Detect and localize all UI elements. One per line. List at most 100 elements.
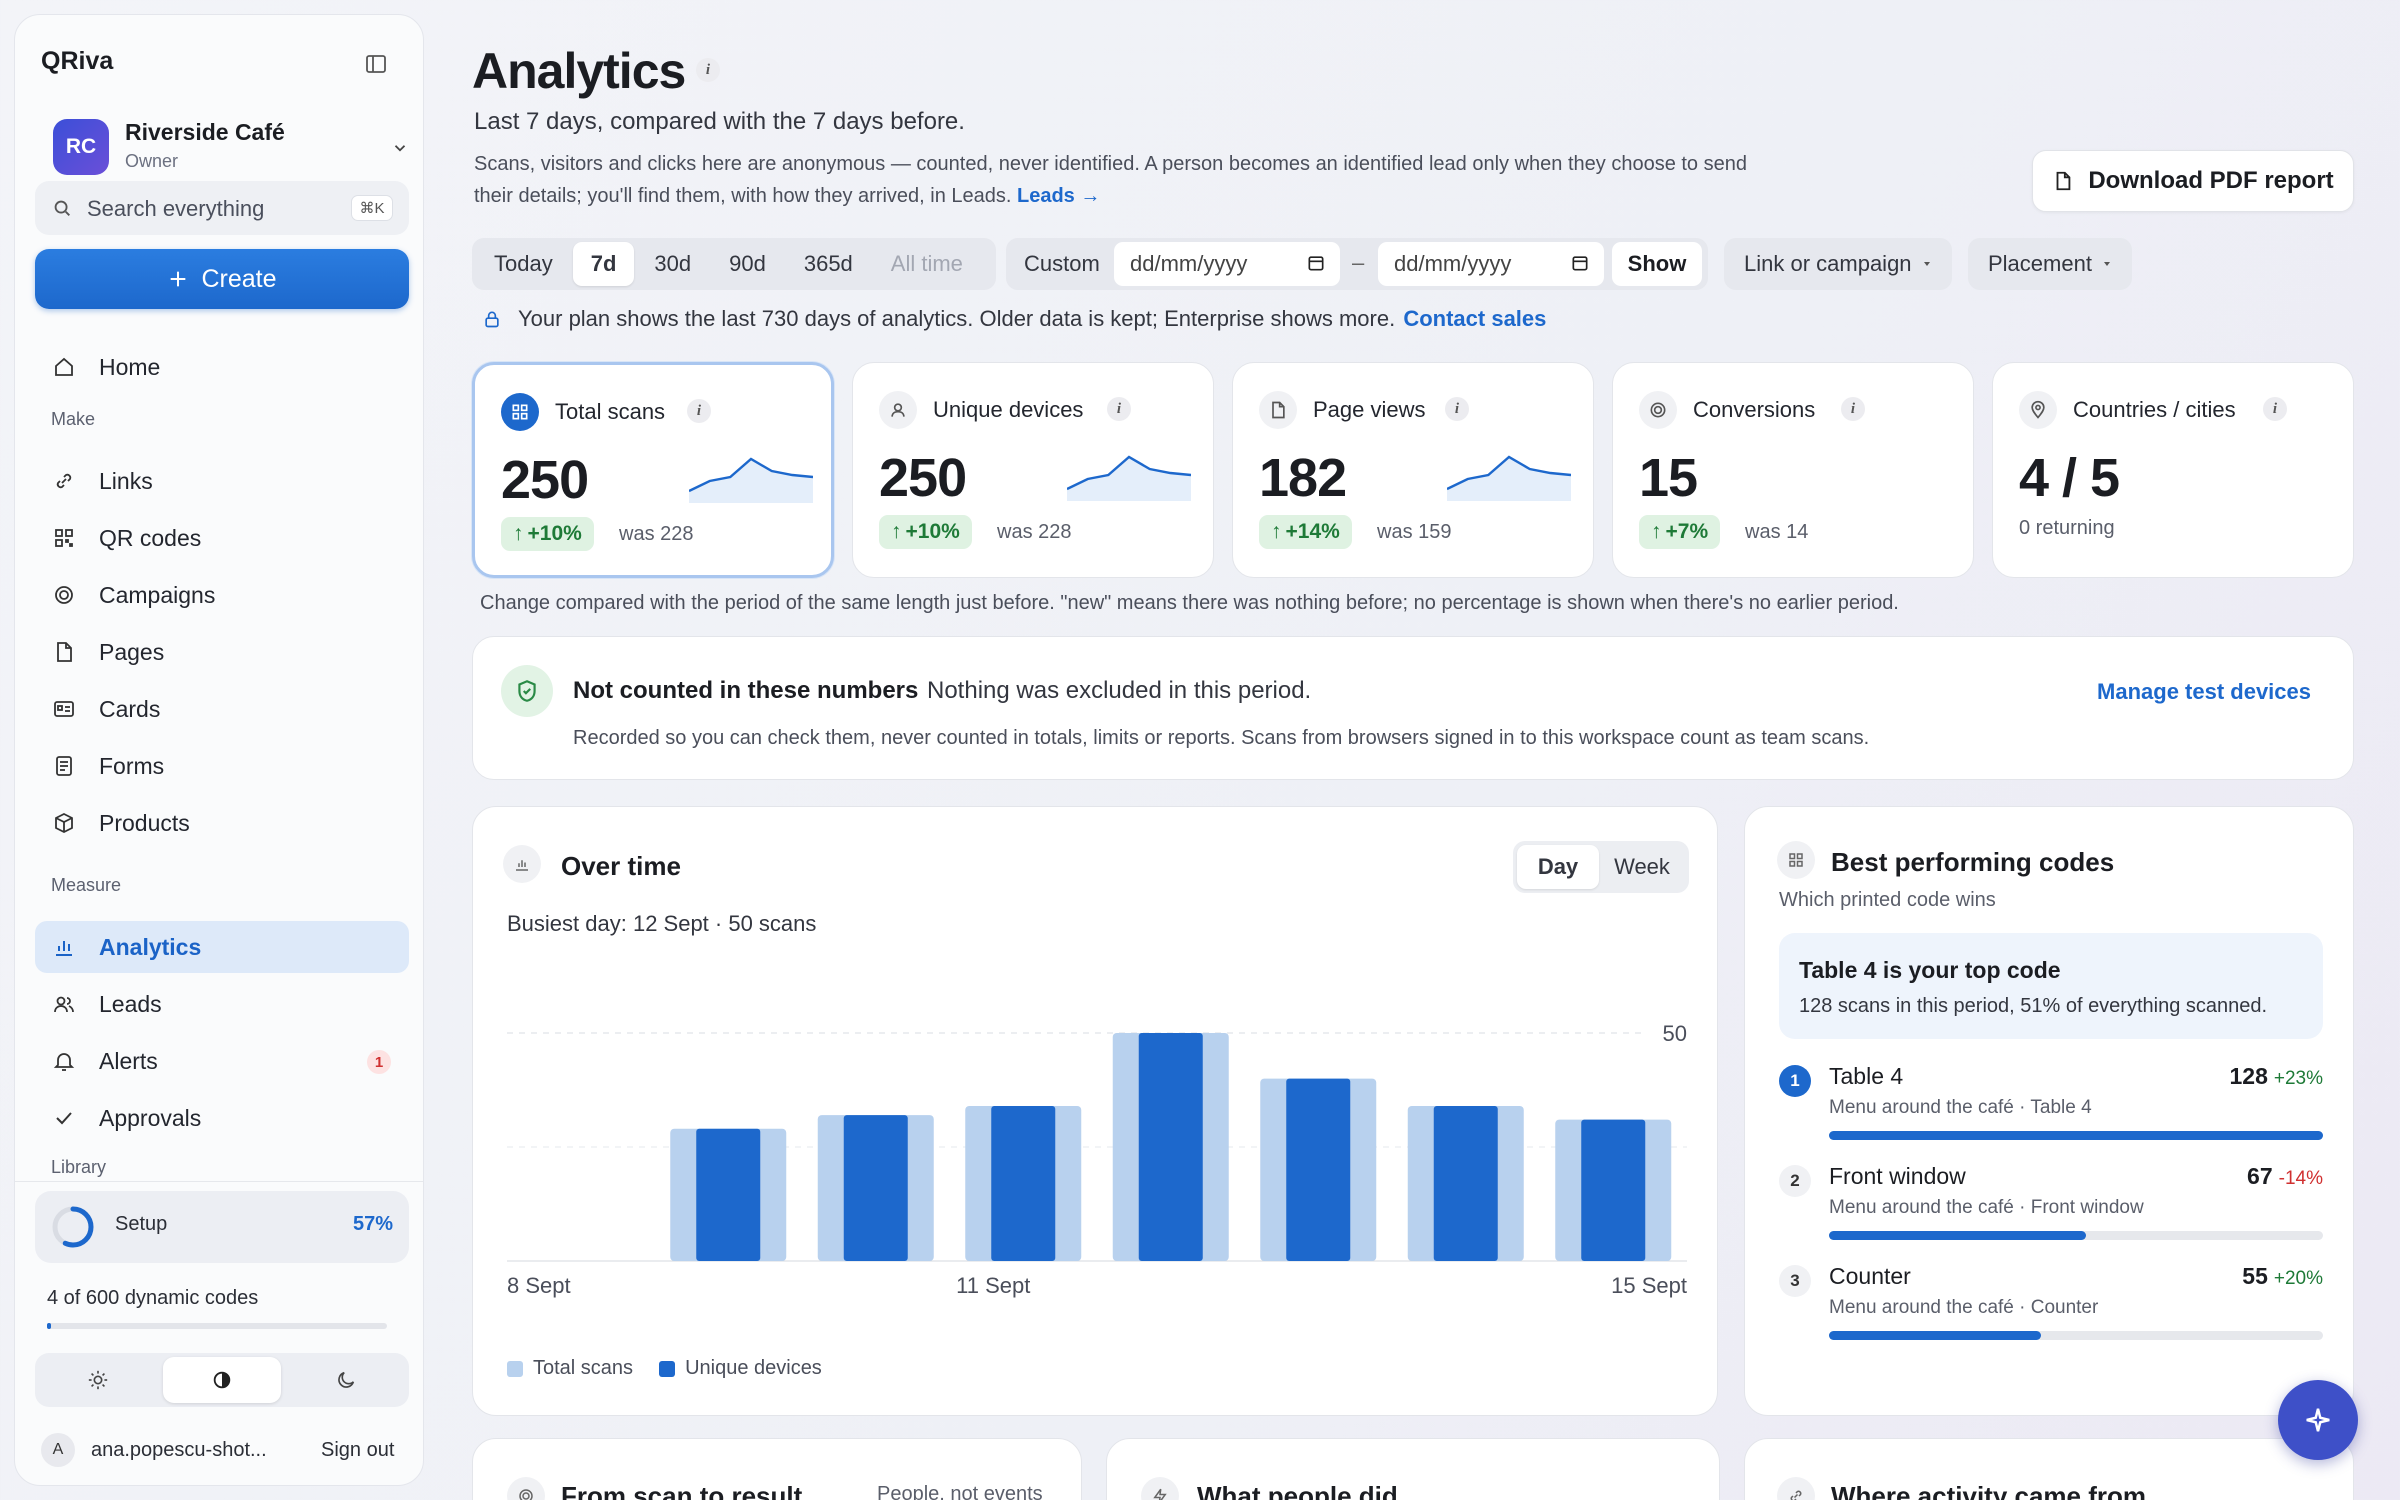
collapse-sidebar-button[interactable] (359, 47, 393, 81)
search-input[interactable]: Search everything ⌘K (35, 181, 409, 235)
leads-link[interactable]: Leads → (1017, 185, 1100, 207)
kpi-unique-devices[interactable]: Unique devices i 250 ↑ +10% was 228 (852, 362, 1214, 578)
theme-dark-button[interactable] (287, 1357, 405, 1403)
sidebar-item-cards[interactable]: Cards (35, 683, 409, 735)
sidebar-item-leads[interactable]: Leads (35, 978, 409, 1030)
theme-light-button[interactable] (39, 1357, 157, 1403)
download-pdf-button[interactable]: Download PDF report (2032, 150, 2354, 212)
download-label: Download PDF report (2088, 167, 2334, 194)
create-button[interactable]: Create (35, 249, 409, 309)
setup-progress-button[interactable]: Setup 57% (35, 1191, 409, 1263)
setup-progress-ring (52, 1206, 94, 1248)
code-value: 55 (2242, 1263, 2268, 1289)
sidebar-item-home[interactable]: Home (35, 341, 409, 393)
code-name: Front window (1829, 1163, 1966, 1189)
workspace-switcher[interactable]: RC Riverside Café Owner (39, 105, 419, 189)
theme-switcher (35, 1353, 409, 1407)
kpi-label: Countries / cities (2073, 397, 2236, 422)
theme-auto-button[interactable] (163, 1357, 281, 1403)
sidebar-item-qr-codes[interactable]: QR codes (35, 512, 409, 564)
sidebar-item-links[interactable]: Links (35, 455, 409, 507)
sidebar-item-label: Campaigns (99, 581, 216, 608)
range-365d[interactable]: 365d (786, 242, 871, 286)
top-code-detail: 128 scans in this period, 51% of everyth… (1799, 995, 2268, 1017)
granularity-day[interactable]: Day (1517, 845, 1599, 889)
granularity-week[interactable]: Week (1601, 845, 1683, 889)
lock-icon (485, 311, 499, 328)
sidebar-item-forms[interactable]: Forms (35, 740, 409, 792)
date-from-placeholder: dd/mm/yyyy (1130, 251, 1248, 276)
sidebar-item-approvals[interactable]: Approvals (35, 1092, 409, 1144)
code-change: +23% (2273, 1068, 2323, 1089)
show-button[interactable]: Show (1612, 242, 1702, 286)
kpi-page-views[interactable]: Page views i 182 ↑ +14% was 159 (1232, 362, 1594, 578)
code-row[interactable]: 3 Counter Menu around the café · Counter… (1779, 1259, 2323, 1349)
custom-range: Custom dd/mm/yyyy – dd/mm/yyyy Show (1006, 238, 1708, 290)
kpi-countries-cities[interactable]: Countries / cities i 4 / 5 0 returning (1992, 362, 2354, 578)
sidebar-item-label: Products (99, 809, 190, 836)
kpi-previous: was 228 (619, 523, 694, 545)
chevron-down-icon (394, 145, 406, 152)
code-row[interactable]: 1 Table 4 Menu around the café · Table 4… (1779, 1059, 2323, 1149)
range-dash: – (1352, 250, 1365, 275)
kpi-label: Conversions (1693, 397, 1816, 422)
link-icon (51, 468, 77, 494)
arrow-up-icon: ↑ (1271, 520, 1282, 543)
info-icon[interactable]: i (1107, 397, 1131, 421)
calendar-icon (1308, 256, 1324, 271)
bar-unique-devices (1433, 1105, 1498, 1261)
assistant-button[interactable] (2278, 1380, 2358, 1460)
info-icon[interactable]: i (687, 399, 711, 423)
sparkle-icon (2306, 1408, 2330, 1432)
bar-unique-devices (991, 1105, 1056, 1261)
plus-icon (171, 271, 186, 287)
sidebar-item-products[interactable]: Products (35, 797, 409, 849)
kpi-label: Unique devices (933, 397, 1084, 422)
info-icon[interactable]: i (1841, 397, 1865, 421)
sign-out-button[interactable]: Sign out (321, 1439, 394, 1462)
manage-test-devices-link[interactable]: Manage test devices (2097, 679, 2311, 705)
date-to-placeholder: dd/mm/yyyy (1394, 251, 1512, 276)
code-row[interactable]: 2 Front window Menu around the café · Fr… (1779, 1159, 2323, 1249)
bar-unique-devices (843, 1115, 908, 1261)
date-to-input[interactable]: dd/mm/yyyy (1378, 242, 1604, 286)
contact-sales-link[interactable]: Contact sales (1403, 306, 1546, 331)
document-icon (2056, 171, 2071, 191)
placement-filter[interactable]: Placement (1968, 238, 2132, 290)
range-30d[interactable]: 30d (636, 242, 709, 286)
sidebar-item-campaigns[interactable]: Campaigns (35, 569, 409, 621)
brand-name: QRiva (41, 47, 114, 75)
y-tick-label: 50 (1663, 1021, 1687, 1046)
alerts-count-badge: 1 (367, 1050, 391, 1074)
privacy-description: Scans, visitors and clicks here are anon… (474, 148, 1774, 212)
info-icon[interactable]: i (696, 58, 720, 82)
kpi-comparison-note: Change compared with the period of the s… (480, 592, 1899, 614)
info-icon[interactable]: i (1445, 397, 1469, 421)
search-icon (54, 200, 70, 216)
excluded-detail: Recorded so you can check them, never co… (573, 727, 1870, 749)
legend-swatch (507, 1360, 523, 1377)
code-source: Menu around the café · Counter (1829, 1297, 2099, 1318)
section-label-make: Make (51, 409, 96, 429)
info-icon[interactable]: i (2263, 397, 2287, 421)
granularity-toggle: Day Week (1513, 841, 1689, 893)
sidebar-item-pages[interactable]: Pages (35, 626, 409, 678)
sidebar-item-alerts[interactable]: Alerts 1 (35, 1035, 409, 1087)
link-campaign-filter[interactable]: Link or campaign (1724, 238, 1952, 290)
kpi-conversions[interactable]: Conversions i 15 ↑ +7% was 14 (1612, 362, 1974, 578)
codes-usage-bar (47, 1323, 387, 1329)
range-7d[interactable]: 7d (572, 242, 635, 286)
date-range-segmented: Today 7d 30d 90d 365d All time (472, 238, 996, 290)
legend-label: Total scans (533, 1357, 634, 1379)
kpi-total-scans[interactable]: Total scans i 250 ↑ +10% was 228 (472, 362, 834, 578)
plan-notice: Your plan shows the last 730 days of ana… (482, 306, 1546, 332)
date-from-input[interactable]: dd/mm/yyyy (1114, 242, 1340, 286)
check-icon (51, 1105, 77, 1131)
page-title: Analytics (472, 43, 686, 99)
sidebar-item-analytics[interactable]: Analytics (35, 921, 409, 973)
range-90d[interactable]: 90d (711, 242, 784, 286)
target-icon (51, 582, 77, 608)
sidebar-item-label: Pages (99, 638, 165, 665)
page-icon (51, 639, 77, 665)
range-today[interactable]: Today (476, 242, 571, 286)
